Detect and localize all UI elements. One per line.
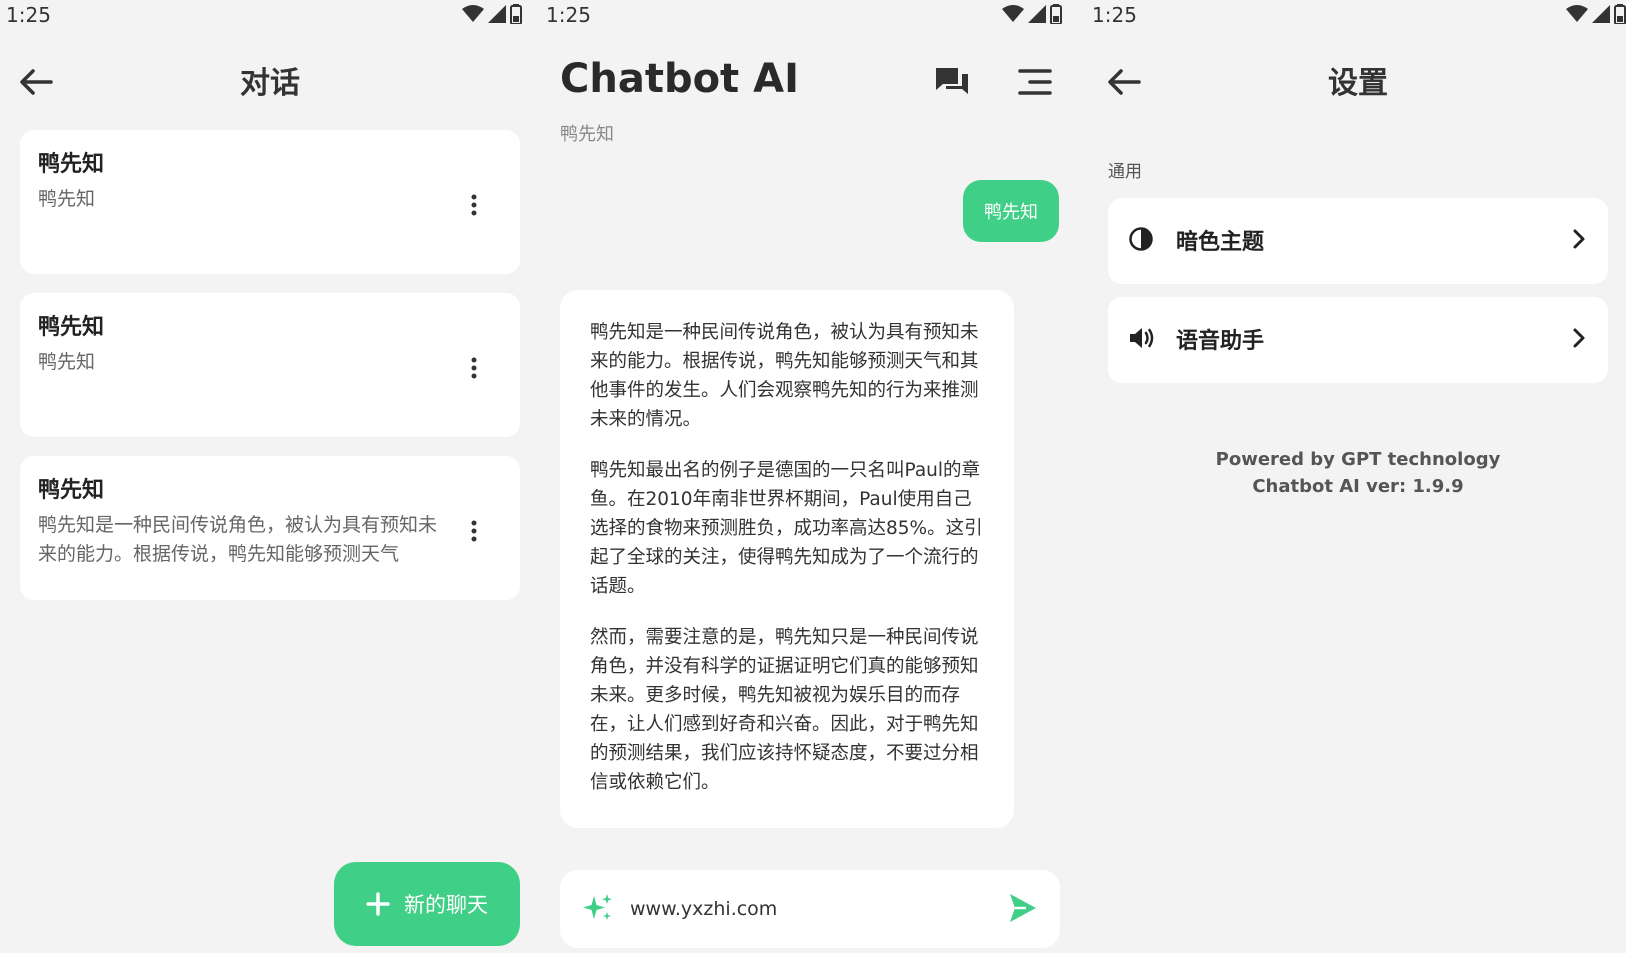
status-bar: 1:25 bbox=[1080, 0, 1626, 30]
bot-message-card: 鸭先知是一种民间传说角色，被认为具有预知未来的能力。根据传说，鸭先知能够预测天气… bbox=[560, 290, 1014, 828]
signal-icon bbox=[1028, 5, 1046, 23]
message-input[interactable] bbox=[630, 888, 970, 930]
bot-paragraph: 鸭先知最出名的例子是德国的一只名叫Paul的章鱼。在2010年南非世界杯期间，P… bbox=[590, 460, 983, 597]
signal-icon bbox=[488, 5, 506, 23]
setting-dark-theme[interactable]: 暗色主题 bbox=[1108, 198, 1608, 284]
chevron-right-icon bbox=[1572, 228, 1586, 254]
sparkle-button[interactable] bbox=[582, 892, 614, 928]
bot-paragraph: 鸭先知是一种民间传说角色，被认为具有预知未来的能力。根据传说，鸭先知能够预测天气… bbox=[590, 322, 979, 430]
send-button[interactable] bbox=[1008, 892, 1038, 928]
plus-icon bbox=[366, 892, 390, 916]
chevron-right-icon bbox=[1572, 327, 1586, 353]
chat-bubbles-icon bbox=[936, 68, 968, 94]
new-chat-label: 新的聊天 bbox=[404, 893, 488, 917]
conversation-title: 鸭先知 bbox=[38, 478, 105, 503]
sparkle-icon bbox=[583, 894, 612, 920]
footer-powered-by: Powered by GPT technology bbox=[1215, 449, 1501, 470]
conversation-title: 鸭先知 bbox=[38, 152, 105, 177]
menu-button[interactable] bbox=[1015, 62, 1055, 102]
conversation-item[interactable]: 鸭先知 鸭先知 bbox=[20, 293, 520, 437]
settings-screen: 1:25 设置 通用 暗色主题 语音助手 Powered by GPT tech… bbox=[1080, 0, 1626, 953]
status-icons bbox=[462, 4, 522, 24]
conversation-item[interactable]: 鸭先知 鸭先知 bbox=[20, 130, 520, 274]
chat-screen: 1:25 Chatbot AI 鸭先知 鸭先知 鸭先知是一种民间传说角色，被认为… bbox=[540, 0, 1080, 953]
bot-paragraph: 然而，需要注意的是，鸭先知只是一种民间传说角色，并没有科学的证据证明它们真的能够… bbox=[590, 627, 979, 793]
conversation-item[interactable]: 鸭先知 鸭先知是一种民间传说角色，被认为具有预知未来的能力。根据传说，鸭先知能够… bbox=[20, 456, 520, 600]
chat-subtitle: 鸭先知 bbox=[560, 124, 614, 145]
more-options-button[interactable] bbox=[464, 353, 484, 383]
setting-label: 暗色主题 bbox=[1176, 230, 1265, 255]
battery-icon bbox=[1614, 4, 1626, 24]
status-time: 1:25 bbox=[546, 3, 591, 27]
status-icons bbox=[1002, 4, 1062, 24]
status-icons bbox=[1566, 4, 1626, 24]
user-message-bubble: 鸭先知 bbox=[963, 180, 1059, 242]
page-title: 设置 bbox=[1328, 66, 1388, 101]
conversation-title: 鸭先知 bbox=[38, 315, 105, 340]
page-title: 对话 bbox=[240, 66, 300, 101]
more-vertical-icon bbox=[471, 194, 477, 216]
speaker-icon bbox=[1128, 325, 1156, 355]
footer-version: Chatbot AI ver: 1.9.9 bbox=[1252, 476, 1464, 497]
status-bar: 1:25 bbox=[0, 0, 540, 30]
setting-label: 语音助手 bbox=[1176, 329, 1265, 354]
conversations-screen: 1:25 对话 鸭先知 鸭先知 鸭先知 鸭先知 鸭先知 鸭先知是一种民间传说角色… bbox=[0, 0, 540, 953]
conversations-button[interactable] bbox=[932, 62, 972, 102]
wifi-icon bbox=[462, 5, 484, 22]
conversation-preview: 鸭先知 bbox=[38, 351, 96, 373]
menu-icon bbox=[1018, 69, 1052, 95]
wifi-icon bbox=[1002, 5, 1024, 22]
status-time: 1:25 bbox=[1092, 3, 1137, 27]
contrast-icon bbox=[1128, 226, 1154, 256]
conversation-preview: 鸭先知是一种民间传说角色，被认为具有预知未来的能力。根据传说，鸭先知能够预测天气 bbox=[38, 514, 438, 565]
new-chat-button[interactable]: 新的聊天 bbox=[334, 862, 520, 946]
setting-voice-assistant[interactable]: 语音助手 bbox=[1108, 297, 1608, 383]
more-options-button[interactable] bbox=[464, 190, 484, 220]
signal-icon bbox=[1592, 5, 1610, 23]
more-vertical-icon bbox=[471, 520, 477, 542]
status-time: 1:25 bbox=[6, 3, 51, 27]
send-icon bbox=[1010, 894, 1036, 922]
battery-icon bbox=[510, 4, 522, 24]
app-title: Chatbot AI bbox=[560, 56, 799, 102]
more-options-button[interactable] bbox=[464, 516, 484, 546]
more-vertical-icon bbox=[471, 357, 477, 379]
section-label: 通用 bbox=[1108, 162, 1142, 182]
battery-icon bbox=[1050, 4, 1062, 24]
wifi-icon bbox=[1566, 5, 1588, 22]
conversation-preview: 鸭先知 bbox=[38, 188, 96, 210]
status-bar: 1:25 bbox=[540, 0, 1080, 30]
message-input-bar bbox=[560, 870, 1060, 948]
